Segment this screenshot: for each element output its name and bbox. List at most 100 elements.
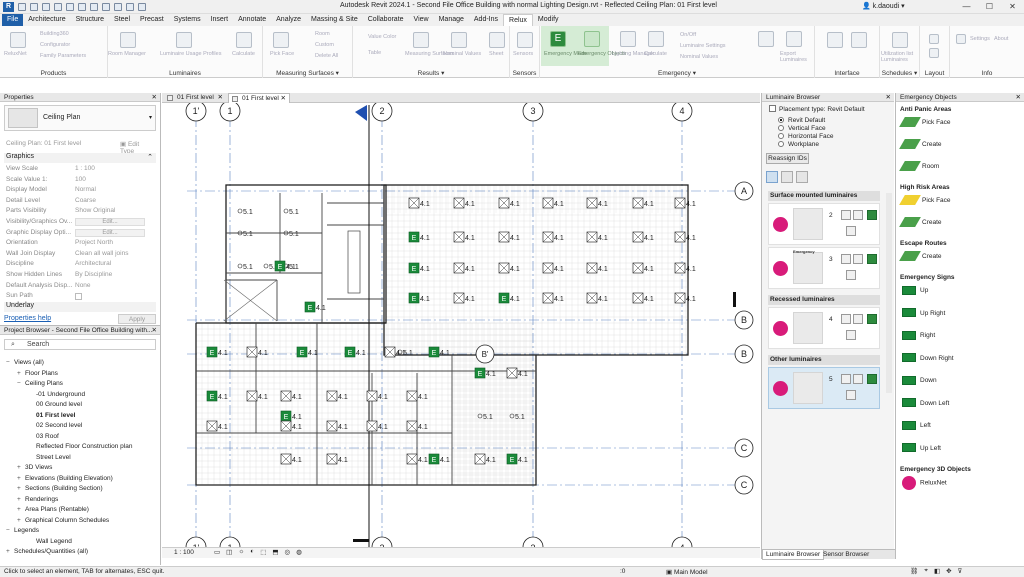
property-row[interactable]: Sun Path xyxy=(6,292,154,302)
luminaire-card[interactable]: 5 xyxy=(768,367,880,409)
browser-tree-item[interactable]: − Legends xyxy=(6,527,39,534)
luminaire-tag[interactable]: 4.1 xyxy=(686,235,696,242)
emergency-mode-icon[interactable]: E xyxy=(550,31,566,47)
luminaire-tag[interactable]: 4.1 xyxy=(510,235,520,242)
expand-toggle-icon[interactable]: + xyxy=(17,496,25,503)
expand-toggle-icon[interactable]: + xyxy=(17,370,25,377)
close-button[interactable]: ✕ xyxy=(1001,0,1024,14)
luminaire-tag[interactable]: 4.1 xyxy=(420,266,430,273)
family-parameters-button[interactable]: Family Parameters xyxy=(40,53,86,59)
view-scale[interactable]: 1 : 100 xyxy=(174,549,194,556)
emergency-object-item[interactable]: ReluxNet xyxy=(902,476,947,490)
layout-check-icon[interactable] xyxy=(929,34,939,44)
reveal-hidden-icon[interactable]: ◍ xyxy=(296,548,302,556)
reluxnet-icon[interactable] xyxy=(10,32,26,48)
sheet-icon[interactable] xyxy=(489,32,505,48)
luminaire-tag[interactable]: 5.1 xyxy=(403,350,413,357)
luminaire-tag[interactable]: 4.1 xyxy=(316,305,326,312)
exit-sign-icon[interactable] xyxy=(867,374,877,384)
link-icon[interactable]: ⛓ xyxy=(910,567,918,575)
3d-box-icon[interactable] xyxy=(846,270,856,280)
emergency-object-item[interactable]: Pick Face xyxy=(899,116,951,129)
luminaire-tag[interactable]: 4.1 xyxy=(308,350,318,357)
luminaire-tag[interactable]: 4.1 xyxy=(598,235,608,242)
drag-icon[interactable]: ✥ xyxy=(946,567,951,575)
redo-icon[interactable] xyxy=(66,3,74,11)
close-icon[interactable]: ✕ xyxy=(218,93,223,103)
photometry-icon[interactable] xyxy=(853,254,863,264)
property-row[interactable]: Scale Value 1: 100 xyxy=(6,176,154,186)
luminaire-tag[interactable]: 4.1 xyxy=(338,424,348,431)
luminaire-tag[interactable]: 4.1 xyxy=(518,457,528,464)
sync-icon[interactable] xyxy=(42,3,50,11)
sun-path-icon[interactable]: ☼ xyxy=(238,548,244,556)
revit-logo-icon[interactable]: R xyxy=(3,2,14,12)
usage-profiles-icon[interactable] xyxy=(176,32,192,48)
luminaire-tag[interactable]: 4.1 xyxy=(218,350,228,357)
tab-annotate[interactable]: Annotate xyxy=(233,14,271,26)
graphics-section[interactable]: Graphics ⌃ xyxy=(4,153,156,163)
text-icon[interactable] xyxy=(102,3,110,11)
emergency-object-item[interactable]: Up Right xyxy=(902,307,945,320)
value-color-button[interactable]: Value Color xyxy=(368,34,396,40)
properties-help-link[interactable]: Properties help xyxy=(4,315,51,322)
filter-luminaire-icon[interactable] xyxy=(766,171,778,183)
configurator-button[interactable]: Configurator xyxy=(40,42,70,48)
luminaire-tag[interactable]: 4.1 xyxy=(554,235,564,242)
filter-icon[interactable]: ⊽ xyxy=(958,567,963,575)
on-off-button[interactable]: On/Off xyxy=(680,32,696,38)
emergency-object-item[interactable]: Down xyxy=(902,374,937,387)
tab-add-ins[interactable]: Add-Ins xyxy=(469,14,503,26)
luminaire-tag[interactable]: 4.1 xyxy=(218,424,228,431)
property-row[interactable]: Graphic Display Opti... Edit... xyxy=(6,228,154,239)
maximize-button[interactable]: ☐ xyxy=(978,0,1001,14)
expand-toggle-icon[interactable]: − xyxy=(6,359,14,366)
browser-tree-item[interactable]: Wall Legend xyxy=(28,538,72,545)
building360-button[interactable]: Building360 xyxy=(40,31,69,37)
visual-style-icon[interactable]: ◫ xyxy=(226,548,232,556)
luminaire-tag[interactable]: 4.1 xyxy=(644,235,654,242)
luminaire-tag[interactable]: 4.1 xyxy=(258,350,268,357)
emergency-object-item[interactable]: Create xyxy=(899,250,942,263)
lighting-manager-icon[interactable] xyxy=(620,31,636,47)
tab-manage[interactable]: Manage xyxy=(434,14,469,26)
export-interface-icon[interactable] xyxy=(851,32,867,48)
browser-tree-item[interactable]: 03 Roof xyxy=(28,433,59,440)
tab-modify[interactable]: Modify xyxy=(533,14,564,26)
browser-tree-item[interactable]: + Sections (Building Section) xyxy=(17,485,103,492)
tab-collaborate[interactable]: Collaborate xyxy=(363,14,409,26)
luminaire-tag[interactable]: 4.1 xyxy=(418,424,428,431)
browser-tree-item[interactable]: 02 Second level xyxy=(28,422,82,429)
property-row[interactable]: Default Analysis Disp... None xyxy=(6,282,154,292)
luminaire-tag[interactable]: 4.1 xyxy=(598,201,608,208)
luminaire-tag[interactable]: 4.1 xyxy=(465,296,475,303)
pick-face-icon[interactable] xyxy=(273,32,289,48)
browser-tree-item[interactable]: Street Level xyxy=(28,454,71,461)
property-row[interactable]: Show Hidden Lines By Discipline xyxy=(6,271,154,281)
close-hidden-icon[interactable] xyxy=(138,3,146,11)
measuring-surfaces-icon[interactable] xyxy=(413,32,429,48)
luminaire-category[interactable]: Other luminaires xyxy=(768,355,880,365)
tab-massing-site[interactable]: Massing & Site xyxy=(306,14,363,26)
emergency-object-item[interactable]: Room xyxy=(899,160,939,173)
room-button[interactable]: Room xyxy=(315,31,330,37)
luminaire-tag[interactable]: 5.1 xyxy=(289,209,299,216)
luminaire-tag[interactable]: 4.1 xyxy=(465,235,475,242)
placement-radio[interactable]: Vertical Face xyxy=(778,125,826,132)
browser-tree-item[interactable]: + Area Plans (Rentable) xyxy=(17,506,89,513)
property-row[interactable]: View Scale 1 : 100 xyxy=(6,165,154,175)
crop-icon[interactable]: ⬚ xyxy=(260,548,266,556)
minimize-button[interactable]: — xyxy=(955,0,978,14)
luminaire-tag[interactable]: 4.1 xyxy=(338,394,348,401)
luminaire-tag[interactable]: 4.1 xyxy=(510,266,520,273)
expand-toggle-icon[interactable]: + xyxy=(17,517,25,524)
expand-toggle-icon[interactable]: − xyxy=(17,380,25,387)
3d-view-icon[interactable] xyxy=(114,3,122,11)
expand-toggle-icon[interactable]: + xyxy=(17,485,25,492)
browser-tree-item[interactable]: + Schedules/Quantities (all) xyxy=(6,548,88,555)
luminaire-tag[interactable]: 4.1 xyxy=(686,296,696,303)
browser-tree-item[interactable]: +3D Views xyxy=(17,464,52,471)
exit-sign-icon[interactable] xyxy=(867,254,877,264)
luminaire-tag[interactable]: 4.1 xyxy=(418,457,428,464)
sensors-icon[interactable] xyxy=(517,32,533,48)
